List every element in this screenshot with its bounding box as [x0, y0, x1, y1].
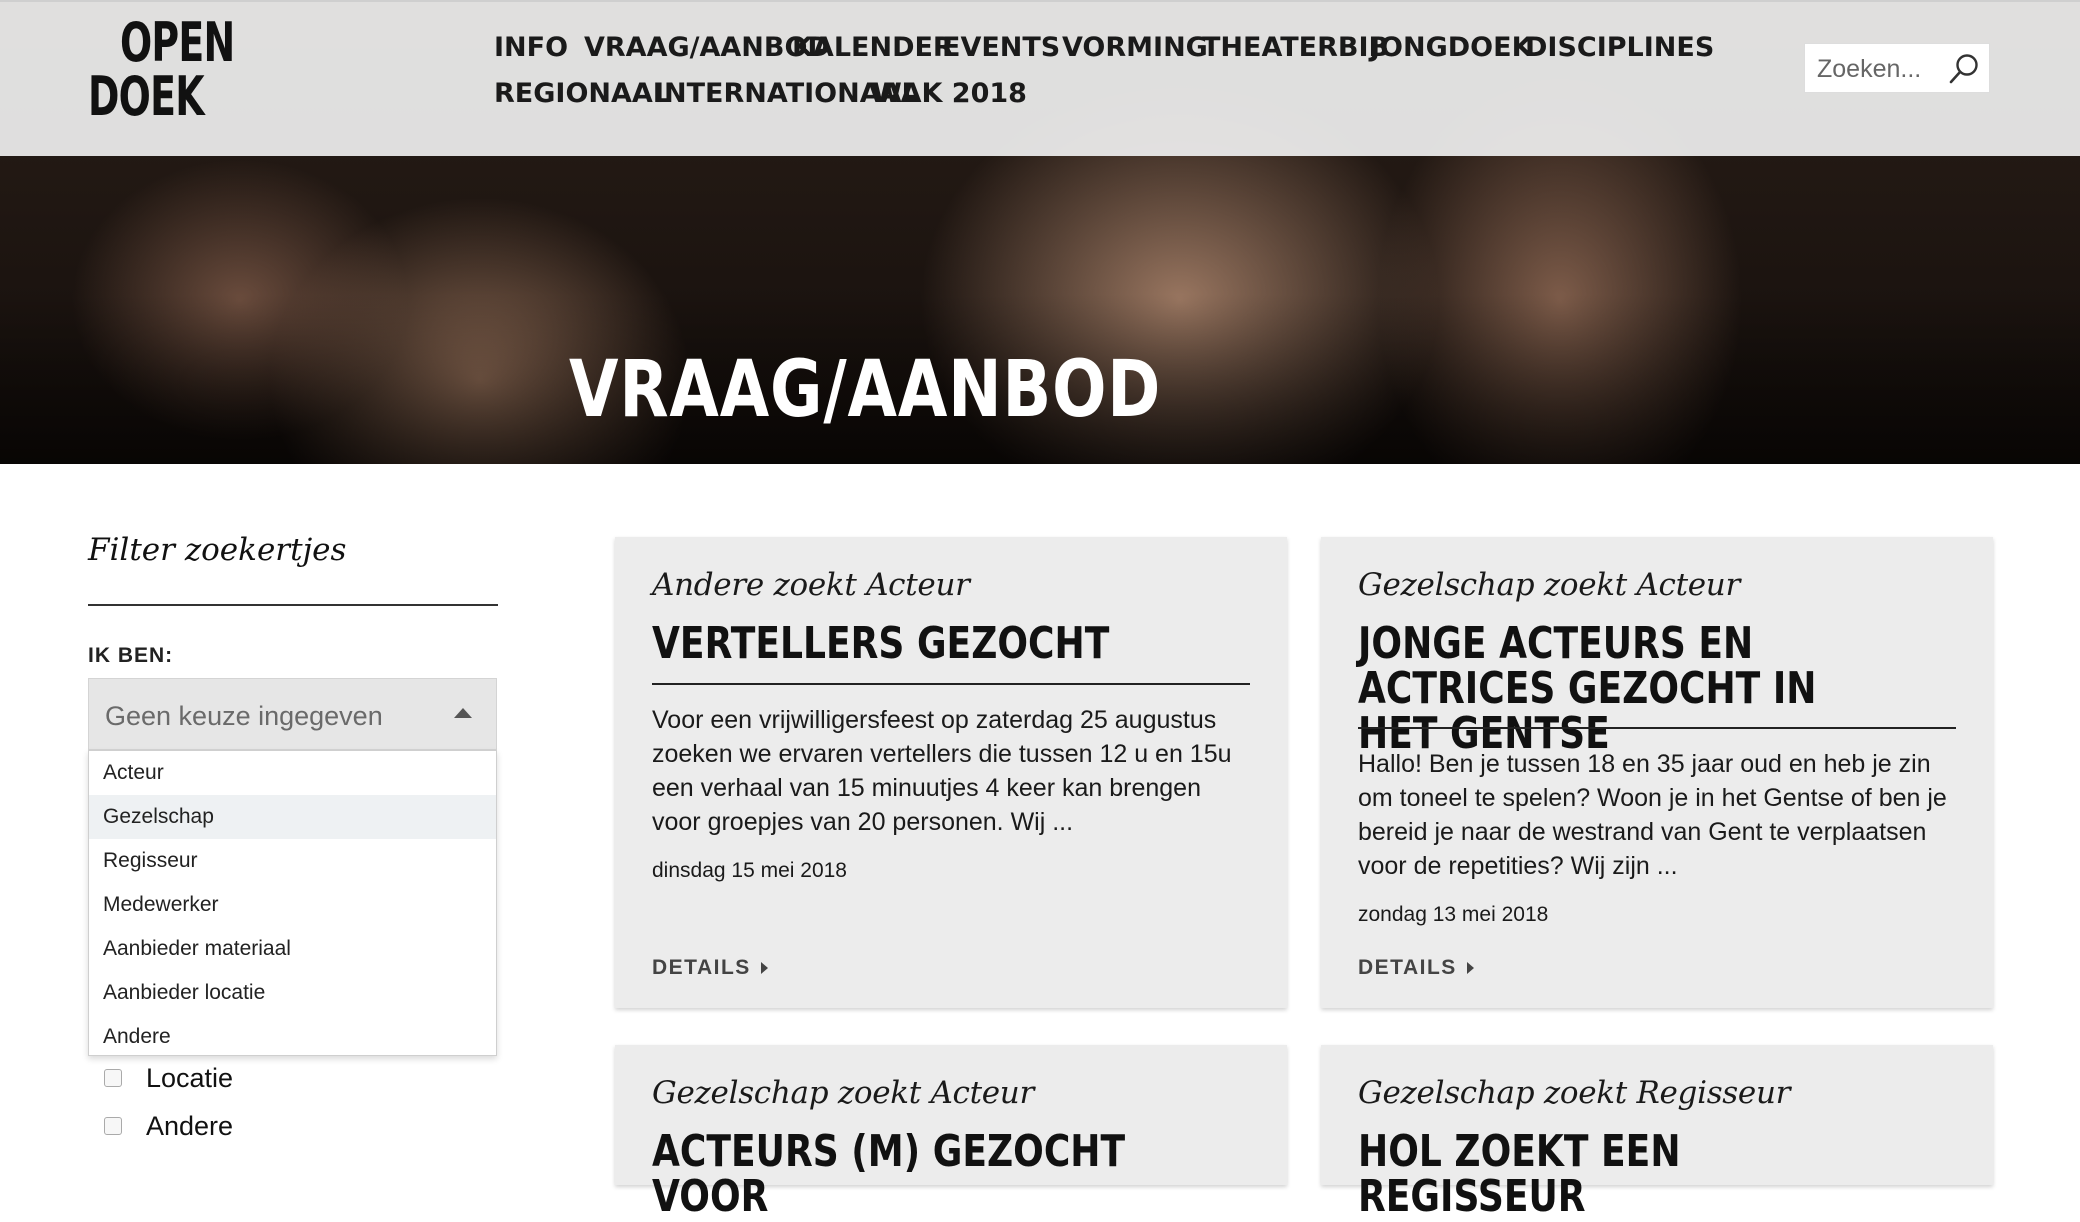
option-aanbieder-materiaal[interactable]: Aanbieder materiaal	[89, 927, 496, 971]
card-subtitle: Andere zoekt Acteur	[652, 567, 970, 603]
nav-item-events[interactable]: EVENTS	[942, 32, 1060, 63]
listing-card[interactable]: Andere zoekt Acteur VERTELLERS GEZOCHT V…	[615, 537, 1287, 1008]
listing-card[interactable]: Gezelschap zoekt Acteur JONGE ACTEURS EN…	[1321, 537, 1993, 1008]
card-date: zondag 13 mei 2018	[1358, 903, 1549, 926]
nav-item-kalender[interactable]: KALENDER	[792, 32, 954, 63]
ik-ben-select[interactable]: Geen keuze ingegeven	[88, 678, 497, 750]
nav-row-1: INFO VRAAG/AANBOD KALENDER EVENTS VORMIN…	[494, 24, 1714, 70]
checkbox-row-locatie[interactable]: Locatie	[104, 1058, 233, 1098]
opendoek-logo[interactable]: OPEN DOEK	[88, 16, 238, 124]
option-regisseur[interactable]: Regisseur	[89, 839, 496, 883]
details-link[interactable]: DETAILS	[1358, 956, 1474, 980]
top-header: OPEN DOEK INFO VRAAG/AANBOD KALENDER EVE…	[0, 0, 2080, 156]
listing-card[interactable]: Gezelschap zoekt Acteur ACTEURS (M) GEZO…	[615, 1045, 1287, 1219]
details-link[interactable]: DETAILS	[652, 956, 768, 980]
card-title[interactable]: JONGE ACTEURS EN ACTRICES GEZOCHT IN HET…	[1358, 621, 1899, 756]
card-subtitle: Gezelschap zoekt Acteur	[652, 1075, 1034, 1111]
filter-divider	[88, 604, 498, 606]
checkbox-label-locatie: Locatie	[146, 1062, 234, 1093]
nav-item-vorming[interactable]: VORMING	[1062, 32, 1208, 63]
caret-right-icon	[1466, 962, 1474, 975]
card-subtitle: Gezelschap zoekt Regisseur	[1358, 1075, 1791, 1111]
search-icon[interactable]	[1947, 52, 1981, 86]
card-subtitle: Gezelschap zoekt Acteur	[1358, 567, 1740, 603]
logo-line-1: OPEN	[120, 11, 235, 74]
option-aanbieder-locatie[interactable]: Aanbieder locatie	[89, 971, 496, 1015]
option-andere[interactable]: Andere	[89, 1015, 496, 1059]
chevron-up-icon	[454, 708, 472, 718]
nav-item-regionaal[interactable]: REGIONAAL	[494, 78, 670, 109]
card-title[interactable]: ACTEURS (M) GEZOCHT VOOR	[652, 1129, 1193, 1219]
card-body: Voor een vrijwilligersfeest op zaterdag …	[652, 706, 1232, 836]
checkbox-locatie[interactable]	[104, 1069, 122, 1087]
option-gezelschap[interactable]: Gezelschap	[89, 795, 496, 839]
checkbox-label-andere: Andere	[146, 1110, 234, 1141]
card-divider	[1358, 727, 1956, 729]
page-title: VRAAG/AANBOD	[568, 345, 1162, 435]
ik-ben-label: IK BEN:	[88, 644, 174, 667]
checkbox-andere[interactable]	[104, 1117, 122, 1135]
card-date: dinsdag 15 mei 2018	[652, 859, 847, 882]
card-divider	[652, 683, 1250, 685]
nav-item-jongdoek[interactable]: JONGDOEK	[1370, 32, 1533, 63]
main-nav: INFO VRAAG/AANBOD KALENDER EVENTS VORMIN…	[494, 24, 1714, 116]
filter-title: Filter zoekertjes	[88, 532, 347, 568]
select-value: Geen keuze ingegeven	[105, 701, 383, 731]
caret-right-icon	[760, 962, 768, 975]
nav-item-disciplines[interactable]: DISCIPLINES	[1525, 32, 1714, 63]
checkbox-row-andere[interactable]: Andere	[104, 1106, 233, 1146]
logo-line-2: DOEK	[88, 65, 205, 128]
ik-ben-dropdown: Acteur Gezelschap Regisseur Medewerker A…	[88, 750, 497, 1056]
nav-item-info[interactable]: INFO	[494, 32, 568, 63]
option-medewerker[interactable]: Medewerker	[89, 883, 496, 927]
listing-card[interactable]: Gezelschap zoekt Regisseur HOL ZOEKT EEN…	[1321, 1045, 1993, 1219]
card-body: Hallo! Ben je tussen 18 en 35 jaar oud e…	[1358, 750, 1947, 880]
card-title[interactable]: VERTELLERS GEZOCHT	[652, 621, 1193, 666]
nav-item-theaterbib[interactable]: THEATERBIB	[1202, 32, 1389, 63]
search-box	[1804, 43, 1990, 94]
search-input[interactable]	[1805, 44, 1959, 94]
card-title[interactable]: HOL ZOEKT EEN REGISSEUR	[1358, 1129, 1899, 1219]
option-acteur[interactable]: Acteur	[89, 751, 496, 795]
nav-item-wak-2018[interactable]: WAK 2018	[872, 78, 1027, 109]
nav-row-2: REGIONAAL INTERNATIONAAL WAK 2018	[494, 70, 1694, 116]
